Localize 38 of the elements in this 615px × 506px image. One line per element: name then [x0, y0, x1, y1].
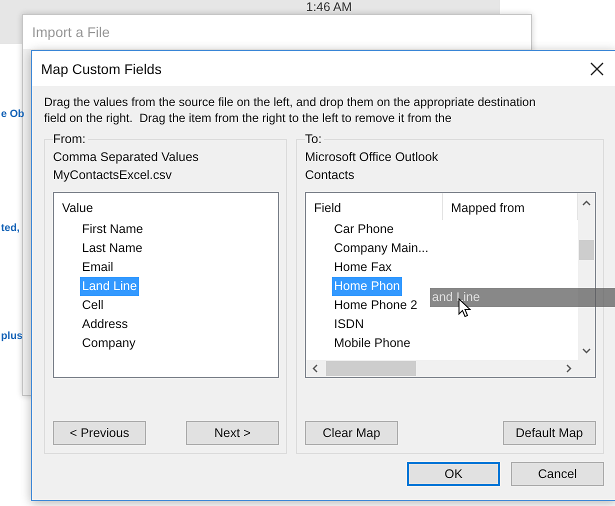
drag-label: and Line [430, 288, 615, 307]
list-item[interactable]: Address [80, 315, 130, 334]
link-text[interactable]: ted, [1, 222, 20, 234]
window-title: Import a File [23, 15, 531, 49]
window-title: Map Custom Fields [41, 60, 162, 76]
scroll-thumb[interactable] [579, 240, 594, 260]
source-text: Comma Separated Values [53, 150, 200, 164]
scroll-thumb[interactable] [326, 361, 416, 376]
list-item[interactable]: Home Phone 2 [332, 296, 420, 315]
group-label: To: [305, 132, 324, 146]
list-item[interactable]: Company [80, 334, 138, 353]
time-text: 1:46 AM [306, 0, 352, 14]
list-item[interactable]: Car Phone [332, 220, 396, 239]
column-header: Value [61, 200, 94, 217]
list-item[interactable]: Email [80, 258, 116, 277]
close-icon[interactable] [588, 60, 606, 78]
list-item[interactable]: Mobile Phone [332, 334, 412, 353]
column-header[interactable]: Field [306, 193, 443, 220]
list-item[interactable]: Home Fax [332, 258, 394, 277]
list-item[interactable]: Company Main... [332, 239, 430, 258]
map-button[interactable]: Default Map [502, 421, 596, 445]
nav-button[interactable]: < Previous [53, 421, 146, 445]
list-item[interactable]: Cell [80, 296, 106, 315]
target-text: Contacts [305, 168, 356, 182]
list-item[interactable]: Last Name [80, 239, 144, 258]
target-text: Microsoft Office Outlook [305, 150, 440, 164]
link-text[interactable]: e Ob [1, 108, 24, 120]
dialog-button[interactable]: Cancel [511, 462, 604, 486]
source-text: MyContactsExcel.csv [53, 168, 173, 182]
horizontal-scrollbar[interactable] [306, 360, 595, 377]
link-text[interactable]: plus [1, 330, 23, 342]
instructions-text: Drag the values from the source file on the left, and drop them on the appropriate destination field on the right. Drag the item from the right to the left to remove it from the [44, 94, 537, 126]
dialog-button[interactable]: OK [407, 462, 500, 486]
nav-button[interactable]: Next > [186, 421, 279, 445]
list-item[interactable]: ISDN [332, 315, 366, 334]
list-item[interactable]: First Name [80, 220, 146, 239]
group-label: From: [53, 132, 88, 146]
map-button[interactable]: Clear Map [305, 421, 398, 445]
